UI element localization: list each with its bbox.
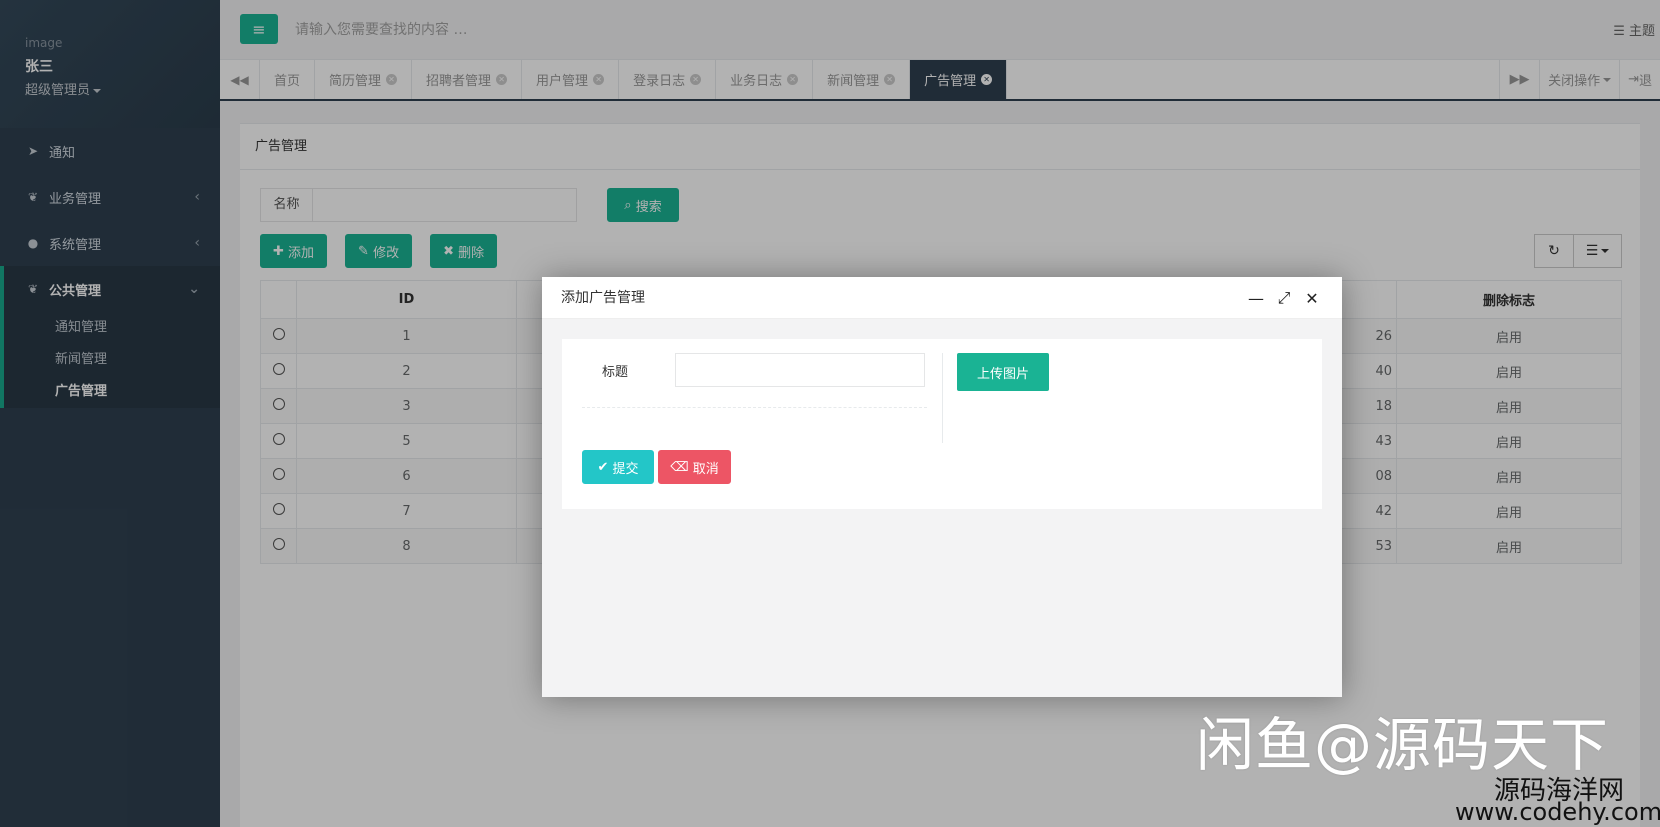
minimize-icon[interactable]: — (1248, 289, 1264, 308)
upload-image-button[interactable]: 上传图片 (957, 353, 1049, 391)
form-divider (582, 407, 927, 408)
cancel-button-label: 取消 (692, 461, 719, 477)
cancel-button[interactable]: ⌫ 取消 (658, 450, 731, 484)
maximize-icon[interactable]: ⤢ (1276, 288, 1292, 307)
submit-button[interactable]: ✔ 提交 (582, 450, 654, 484)
submit-button-label: 提交 (612, 461, 639, 477)
title-field-label: 标题 (602, 365, 629, 380)
add-ad-dialog: 添加广告管理 — ⤢ ✕ 标题 上传图片 ✔ 提交 ⌫ 取消 (542, 277, 1342, 697)
watermark-url: www.codehy.com (1455, 798, 1660, 826)
dialog-title: 添加广告管理 (542, 277, 1342, 319)
column-divider (942, 353, 943, 443)
dialog-form: 标题 上传图片 ✔ 提交 ⌫ 取消 (562, 339, 1322, 509)
close-icon[interactable]: ✕ (1304, 289, 1320, 308)
dialog-controls: — ⤢ ✕ (1248, 288, 1320, 308)
title-field[interactable] (675, 353, 925, 387)
check-icon: ✔ (597, 459, 613, 475)
eraser-icon: ⌫ (670, 459, 693, 475)
